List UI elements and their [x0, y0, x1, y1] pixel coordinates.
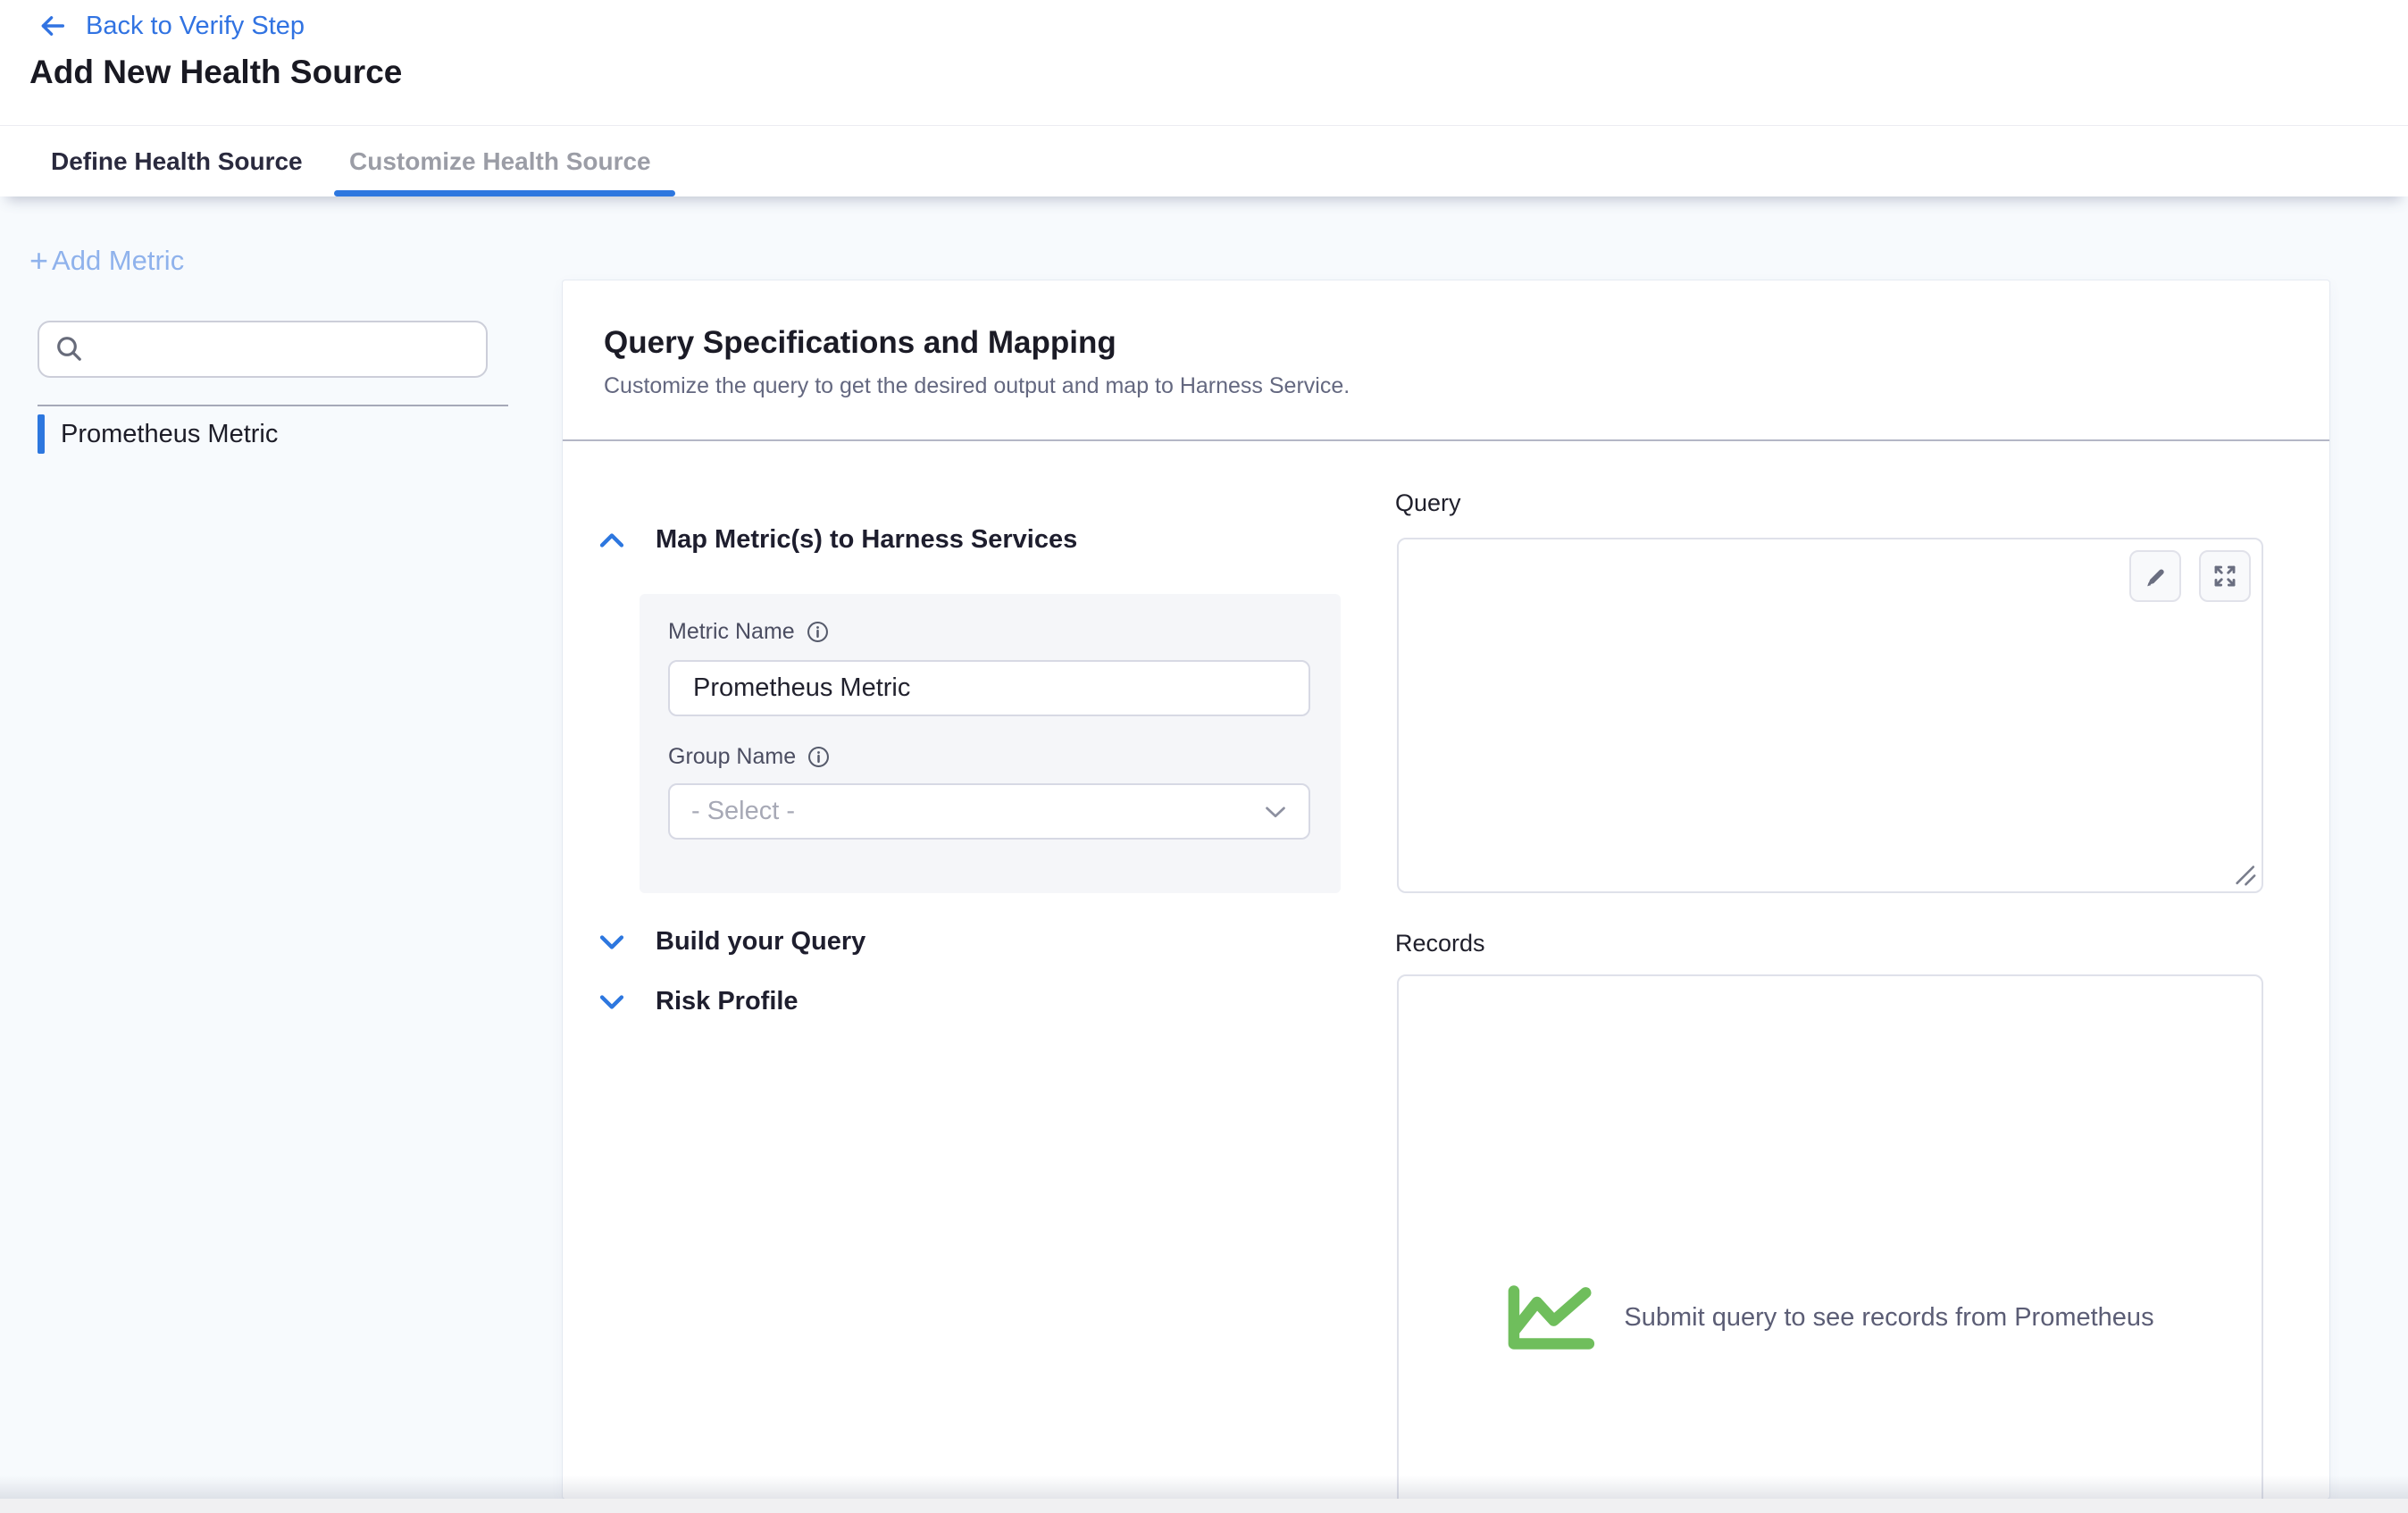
pencil-icon: [2142, 563, 2169, 589]
add-metric-button[interactable]: + Add Metric: [29, 245, 184, 277]
metric-search-box[interactable]: [38, 321, 488, 378]
back-link-label: Back to Verify Step: [86, 12, 305, 41]
query-specifications-panel: Query Specifications and Mapping Customi…: [563, 280, 2329, 1499]
metric-name-input[interactable]: [668, 660, 1310, 716]
chevron-down-icon: [1264, 804, 1287, 820]
records-empty-state: Submit query to see records from Prometh…: [1399, 1284, 2262, 1350]
expand-query-button[interactable]: [2199, 550, 2251, 602]
group-name-select[interactable]: - Select -: [668, 783, 1310, 840]
query-label: Query: [1395, 489, 1461, 517]
panel-divider: [563, 439, 2329, 441]
group-name-label: Group Name: [668, 744, 831, 770]
maximize-icon: [2212, 563, 2238, 589]
tab-customize-health-source[interactable]: Customize Health Source: [349, 126, 651, 197]
section-build-query[interactable]: Build your Query: [598, 927, 865, 957]
add-health-source-screen: Back to Verify Step Add New Health Sourc…: [0, 0, 2408, 1513]
bottom-strip: [0, 1499, 2408, 1513]
section-risk-profile[interactable]: Risk Profile: [598, 987, 798, 1016]
panel-subtitle: Customize the query to get the desired o…: [604, 373, 1350, 399]
sidebar-divider: [38, 405, 508, 406]
resize-handle[interactable]: [2232, 862, 2257, 887]
metric-list-item[interactable]: Prometheus Metric: [38, 414, 278, 454]
panel-title: Query Specifications and Mapping: [604, 325, 1116, 361]
bottom-shadow: [0, 1475, 2408, 1499]
section-build-query-label: Build your Query: [656, 927, 865, 957]
back-arrow-icon: [38, 11, 68, 41]
back-link[interactable]: Back to Verify Step: [38, 11, 305, 41]
select-placeholder: - Select -: [691, 797, 795, 826]
query-textarea[interactable]: [1397, 538, 2263, 893]
info-icon: [806, 620, 830, 644]
search-input[interactable]: [98, 335, 472, 364]
active-tab-underline: [334, 190, 675, 196]
section-risk-profile-label: Risk Profile: [656, 987, 798, 1016]
chevron-up-icon: [598, 530, 625, 551]
metric-item-label: Prometheus Metric: [61, 420, 278, 449]
section-map-metrics[interactable]: Map Metric(s) to Harness Services: [598, 525, 1077, 555]
records-box: Submit query to see records from Prometh…: [1397, 974, 2263, 1499]
info-icon: [807, 745, 831, 769]
selected-indicator-bar: [38, 414, 45, 454]
chevron-down-icon: [598, 932, 625, 953]
metric-name-label: Metric Name: [668, 619, 830, 645]
tab-define-health-source[interactable]: Define Health Source: [51, 126, 303, 197]
plus-icon: +: [29, 245, 48, 277]
records-label: Records: [1395, 930, 1485, 957]
search-icon: [54, 333, 86, 365]
map-metrics-form: Metric Name Group Name: [640, 594, 1341, 893]
add-metric-label: Add Metric: [52, 245, 184, 277]
header: Back to Verify Step Add New Health Sourc…: [0, 0, 2408, 125]
records-empty-message: Submit query to see records from Prometh…: [1624, 1303, 2153, 1333]
page-title: Add New Health Source: [29, 54, 402, 91]
edit-query-button[interactable]: [2129, 550, 2181, 602]
tab-bar: Define Health Source Customize Health So…: [0, 125, 2408, 196]
chevron-down-icon: [598, 991, 625, 1013]
chart-line-icon: [1506, 1284, 1595, 1350]
section-map-metrics-label: Map Metric(s) to Harness Services: [656, 525, 1077, 555]
